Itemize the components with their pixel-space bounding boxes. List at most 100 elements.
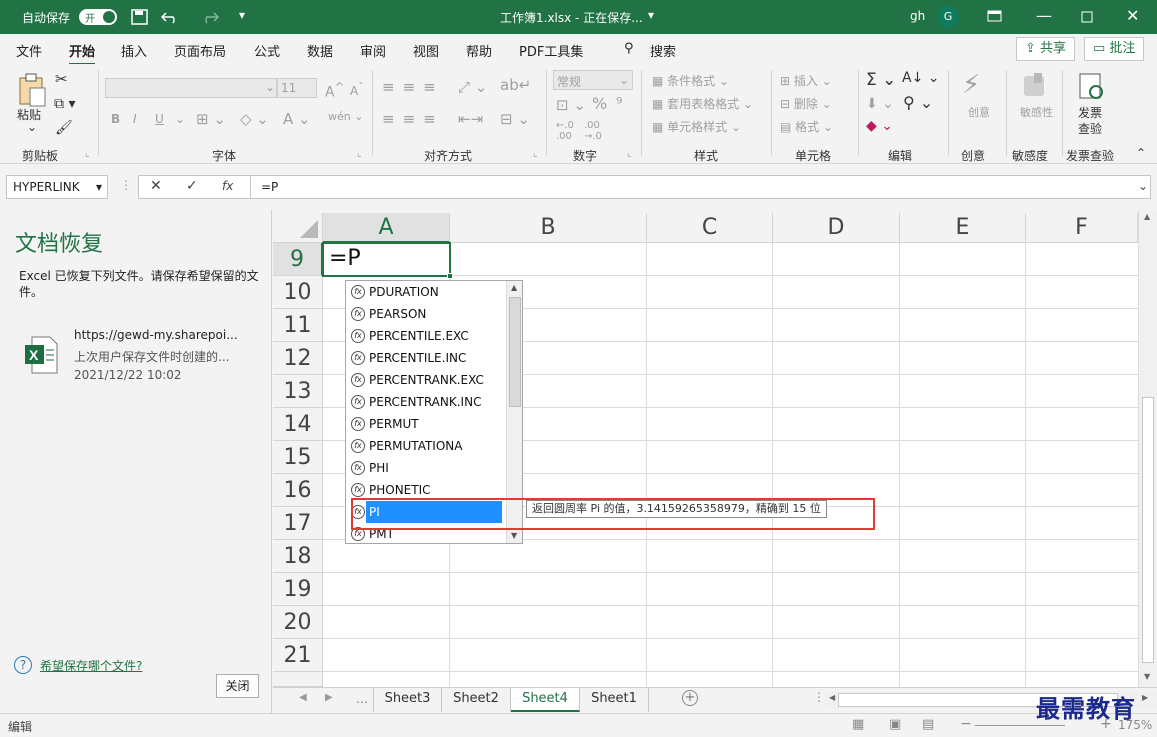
sheet-tabs-more-icon[interactable]: … bbox=[356, 692, 368, 706]
clear-icon[interactable]: ◆ ⌄ bbox=[866, 118, 893, 134]
share-button[interactable]: ⇪ 共享 bbox=[1016, 37, 1076, 61]
user-name[interactable]: gh bbox=[910, 9, 925, 23]
paste-chevron-icon[interactable]: ⌄ bbox=[27, 120, 37, 134]
enter-entry-icon[interactable]: ✓ bbox=[186, 178, 198, 194]
avatar[interactable]: G bbox=[937, 6, 959, 28]
undo-icon[interactable] bbox=[160, 9, 182, 25]
horizontal-align-icons[interactable]: ≡≡≡ bbox=[382, 110, 444, 128]
page-layout-view-icon[interactable]: ▣ bbox=[889, 717, 901, 732]
row-header-18[interactable]: 18 bbox=[273, 540, 323, 573]
list-item[interactable]: fx PERCENTRANK.INC bbox=[350, 391, 505, 413]
row-header-13[interactable]: 13 bbox=[273, 375, 323, 408]
increase-font-icon[interactable]: A^ bbox=[325, 80, 344, 101]
percent-icon[interactable]: % bbox=[592, 94, 607, 113]
tab-home[interactable]: 开始 bbox=[69, 41, 96, 66]
underline-chevron-icon[interactable]: ⌄ bbox=[175, 112, 185, 126]
invoice-line2[interactable]: 查验 bbox=[1078, 120, 1102, 137]
tab-review[interactable]: 审阅 bbox=[360, 41, 386, 60]
tab-insert[interactable]: 插入 bbox=[121, 41, 147, 60]
vertical-align-icons[interactable]: ≡≡≡ bbox=[382, 78, 444, 96]
column-header-f[interactable]: F bbox=[1026, 213, 1138, 243]
creative-button-label[interactable]: 创意 bbox=[968, 104, 990, 120]
number-format-dropdown[interactable]: 常规 ⌄ bbox=[553, 70, 633, 90]
row-header-10[interactable]: 10 bbox=[273, 276, 323, 309]
number-launcher-icon[interactable]: ⌞ bbox=[627, 148, 632, 159]
formula-input[interactable]: =P bbox=[250, 175, 1151, 199]
maximize-icon[interactable] bbox=[1081, 11, 1093, 23]
scroll-down-icon[interactable]: ▼ bbox=[1144, 672, 1150, 681]
vertical-scrollbar[interactable]: ▲ ▼ bbox=[1138, 210, 1157, 687]
collapse-ribbon-icon[interactable]: ⌃ bbox=[1136, 146, 1146, 160]
conditional-formatting-button[interactable]: ▦ 条件格式 ⌄ bbox=[652, 72, 729, 89]
paste-icon[interactable] bbox=[17, 72, 47, 108]
delete-cells-button[interactable]: ⊟ 删除 ⌄ bbox=[780, 95, 832, 112]
format-cells-button[interactable]: ▤ 格式 ⌄ bbox=[780, 118, 833, 135]
recovered-file-item[interactable]: X https://gewd-my.sharepoi... 上次用户保存文件时创… bbox=[0, 322, 272, 392]
tab-page-layout[interactable]: 页面布局 bbox=[174, 41, 226, 60]
name-box-chevron-icon[interactable]: ▾ bbox=[96, 176, 102, 198]
insert-cells-button[interactable]: ⊞ 插入 ⌄ bbox=[780, 72, 832, 89]
zoom-slider[interactable] bbox=[975, 725, 1065, 726]
clipboard-launcher-icon[interactable]: ⌞ bbox=[85, 148, 90, 159]
border-icon[interactable]: ⊞ ⌄ bbox=[196, 110, 226, 128]
invoice-line1[interactable]: 发票 bbox=[1078, 104, 1102, 121]
tab-help[interactable]: 帮助 bbox=[466, 41, 492, 60]
font-size-dropdown[interactable]: 11 bbox=[277, 78, 317, 98]
autosave-toggle[interactable]: 开 bbox=[79, 9, 117, 25]
comments-button[interactable]: ▭ 批注 bbox=[1084, 37, 1145, 61]
row-header-16[interactable]: 16 bbox=[273, 474, 323, 507]
tab-split-icon[interactable]: ⋮ bbox=[813, 690, 825, 704]
normal-view-icon[interactable]: ▦ bbox=[852, 717, 864, 732]
decrease-font-icon[interactable]: Aˇ bbox=[350, 82, 363, 98]
font-name-dropdown[interactable] bbox=[105, 78, 277, 98]
close-recovery-button[interactable]: 关闭 bbox=[216, 674, 259, 698]
select-all-corner[interactable] bbox=[273, 213, 323, 243]
column-header-e[interactable]: E bbox=[900, 213, 1026, 243]
prev-sheet-icon[interactable]: ◀ bbox=[299, 692, 307, 703]
find-select-icon[interactable]: ⚲ ⌄ bbox=[903, 93, 933, 112]
column-header-c[interactable]: C bbox=[647, 213, 773, 243]
add-sheet-icon[interactable]: + bbox=[682, 690, 698, 706]
font-launcher-icon[interactable]: ⌞ bbox=[357, 148, 362, 159]
merge-center-icon[interactable]: ⊟ ⌄ bbox=[500, 110, 530, 128]
scroll-right-icon[interactable]: ▶ bbox=[1142, 693, 1148, 702]
underline-button[interactable]: U bbox=[155, 112, 164, 126]
row-header-21[interactable]: 21 bbox=[273, 639, 323, 672]
cancel-entry-icon[interactable]: ✕ bbox=[150, 178, 162, 194]
wrap-text-icon[interactable]: ab↵ bbox=[500, 76, 531, 94]
phonetic-icon[interactable]: wén ⌄ bbox=[328, 110, 363, 123]
creative-icon[interactable]: ⚡ bbox=[962, 70, 980, 100]
italic-button[interactable]: I bbox=[133, 112, 137, 126]
orientation-icon[interactable]: ⤢ ⌄ bbox=[458, 78, 487, 96]
cut-icon[interactable]: ✂ bbox=[55, 70, 68, 88]
minimize-icon[interactable]: — bbox=[1036, 6, 1052, 25]
list-item[interactable]: fx PDURATION bbox=[350, 281, 505, 303]
list-item[interactable]: fx PERMUT bbox=[350, 413, 505, 435]
sheet-tab-sheet2[interactable]: Sheet2 bbox=[442, 688, 511, 712]
currency-icon[interactable]: ⊡ ⌄ bbox=[556, 96, 586, 114]
ac-scroll-thumb[interactable] bbox=[509, 297, 521, 407]
format-as-table-button[interactable]: ▦ 套用表格格式 ⌄ bbox=[652, 95, 753, 112]
sheet-tab-sheet1[interactable]: Sheet1 bbox=[580, 688, 649, 712]
list-item[interactable]: fx PERMUTATIONA bbox=[350, 435, 505, 457]
alignment-launcher-icon[interactable]: ⌞ bbox=[533, 148, 538, 159]
sheet-tab-sheet4[interactable]: Sheet4 bbox=[511, 688, 580, 712]
which-files-link[interactable]: 希望保存哪个文件? bbox=[40, 657, 142, 674]
comma-icon[interactable]: ⁹ bbox=[616, 94, 622, 113]
save-icon[interactable] bbox=[131, 9, 149, 25]
ac-scroll-up-icon[interactable]: ▲ bbox=[511, 283, 517, 292]
row-header-12[interactable]: 12 bbox=[273, 342, 323, 375]
font-color-icon[interactable]: A ⌄ bbox=[283, 110, 311, 128]
row-header-17[interactable]: 17 bbox=[273, 507, 323, 540]
column-header-d[interactable]: D bbox=[773, 213, 900, 243]
sheet-tab-sheet3[interactable]: Sheet3 bbox=[373, 688, 442, 712]
list-item[interactable]: fx PERCENTILE.EXC bbox=[350, 325, 505, 347]
autosum-icon[interactable]: Σ ⌄ bbox=[866, 70, 896, 90]
tab-data[interactable]: 数据 bbox=[307, 41, 333, 60]
list-item[interactable]: fx PERCENTILE.INC bbox=[350, 347, 505, 369]
fill-handle[interactable] bbox=[447, 273, 453, 279]
column-header-a[interactable]: A bbox=[323, 213, 450, 243]
next-sheet-icon[interactable]: ▶ bbox=[325, 692, 333, 703]
search-icon[interactable]: ⚲ bbox=[624, 41, 634, 56]
name-box[interactable]: HYPERLINK ▾ bbox=[6, 175, 108, 199]
